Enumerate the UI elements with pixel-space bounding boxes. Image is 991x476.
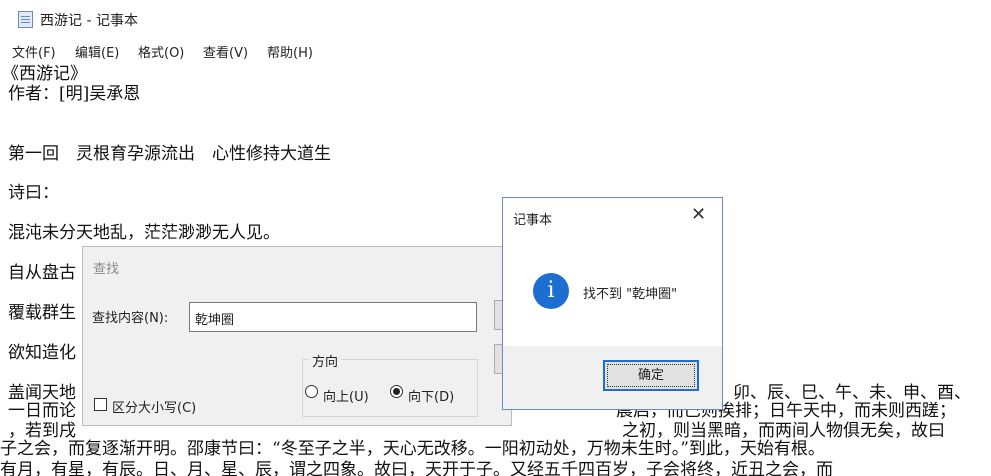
find-dialog-title: 查找 — [93, 262, 120, 277]
info-icon: i — [533, 273, 569, 309]
text-line: 《西游记》 — [2, 64, 87, 84]
message-box: 记事本 ✕ i 找不到 "乾坤圈" 确定 — [502, 197, 723, 410]
message-box-title: 记事本 — [513, 213, 553, 228]
text-line: 有月，有星，有辰。日、月、星、辰，谓之四象。故曰，天开于子。又经五千四百岁，子会… — [0, 460, 833, 476]
window-title: 西游记 - 记事本 — [40, 13, 138, 29]
find-what-label: 查找内容(N): — [92, 311, 169, 326]
message-text: 找不到 "乾坤圈" — [583, 287, 678, 302]
direction-down-radio[interactable] — [390, 385, 403, 398]
message-box-footer: 确定 — [503, 346, 722, 409]
text-line: 覆载群生 — [8, 303, 76, 323]
find-what-input[interactable]: 乾坤圈 — [189, 302, 477, 332]
text-line: 欲知造化 — [8, 343, 76, 363]
direction-down-label[interactable]: 向下(D) — [408, 386, 454, 405]
text-line: 第一回 灵根育孕源流出 心性修持大道生 — [8, 144, 331, 164]
direction-up-label[interactable]: 向上(U) — [323, 386, 369, 405]
match-case-label[interactable]: 区分大小写(C) — [112, 397, 196, 416]
title-bar[interactable]: 西游记 - 记事本 — [0, 0, 991, 38]
ok-button[interactable]: 确定 — [603, 360, 699, 391]
direction-label: 方向 — [309, 351, 342, 370]
text-line: 诗曰： — [8, 183, 59, 203]
text-line: 作者：[明]吴承恩 — [8, 84, 141, 104]
menu-file[interactable]: 文件(F) — [12, 42, 56, 61]
text-line: 之初，则当黑暗，而两间人物俱无矣，故曰 — [622, 421, 945, 441]
menu-view[interactable]: 查看(V) — [203, 42, 248, 61]
menu-help[interactable]: 帮助(H) — [267, 42, 313, 61]
notepad-icon — [18, 11, 33, 28]
close-icon[interactable]: ✕ — [691, 204, 706, 225]
text-line: ，若到戌 — [8, 421, 76, 441]
match-case-checkbox[interactable] — [94, 398, 107, 411]
menu-bar: 文件(F) 编辑(E) 格式(O) 查看(V) 帮助(H) — [0, 39, 991, 61]
text-line: 盖闻天地 — [8, 383, 76, 403]
text-line: 卯、辰、巳、午、未、申、酉、 — [733, 383, 971, 403]
menu-format[interactable]: 格式(O) — [138, 42, 184, 61]
text-line: 一日而论 — [8, 401, 76, 421]
find-dialog: 查找 查找内容(N): 乾坤圈 方向 向上(U) 向下(D) 区分大小写(C) — [82, 246, 524, 426]
text-line: 自从盘古 — [8, 263, 76, 283]
text-line: 子之会，而复逐渐开明。邵康节曰：“冬至子之半，天心无改移。一阳初动处，万物未生时… — [0, 439, 825, 459]
direction-up-radio[interactable] — [305, 385, 318, 398]
text-line: 混沌未分天地乱，茫茫渺渺无人见。 — [8, 223, 280, 243]
menu-edit[interactable]: 编辑(E) — [75, 42, 119, 61]
